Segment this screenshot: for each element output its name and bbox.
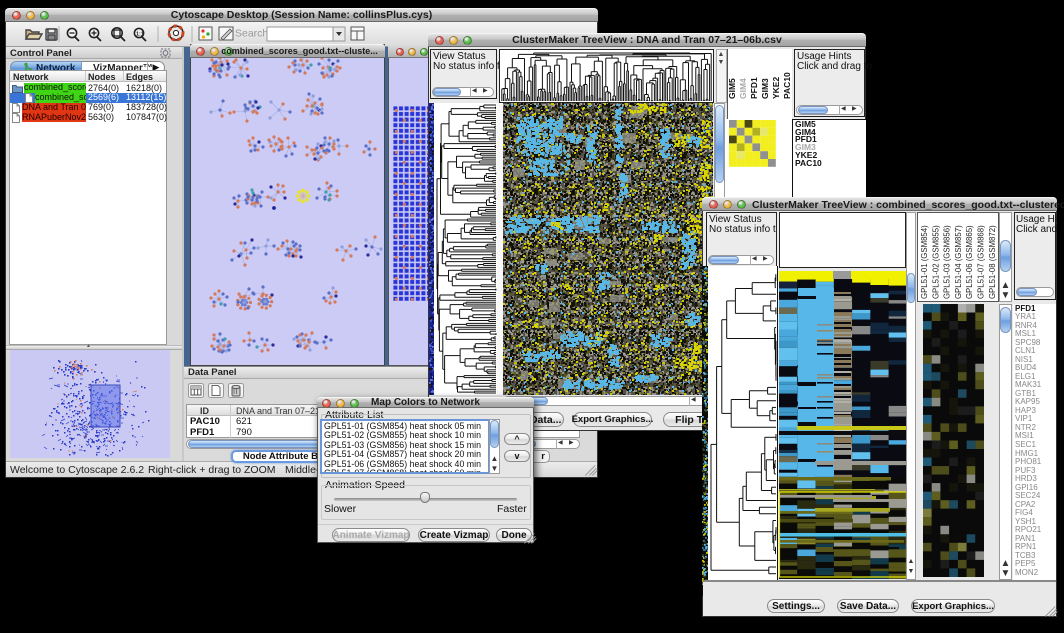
svg-text:GIM5: GIM5 <box>727 78 737 99</box>
svg-text:GPL51-08 (GSM872): GPL51-08 (GSM872) <box>988 225 997 299</box>
svg-text:1:1: 1:1 <box>136 32 144 38</box>
svg-text:GIM4: GIM4 <box>738 78 748 99</box>
svg-text:GPL51-06 (GSM865): GPL51-06 (GSM865) <box>965 225 974 299</box>
svg-text:GIM3: GIM3 <box>760 78 770 99</box>
svg-text:PAC10: PAC10 <box>782 72 792 99</box>
svg-text:GPL51-07 (GSM868): GPL51-07 (GSM868) <box>977 225 986 299</box>
svg-text:PFD1: PFD1 <box>749 77 759 99</box>
svg-text:GPL51-01 (GSM854): GPL51-01 (GSM854) <box>920 225 929 299</box>
svg-text:Search:: Search: <box>235 28 271 40</box>
svg-text:GPL51-04 (GSM857): GPL51-04 (GSM857) <box>954 225 963 299</box>
svg-text:GPL51-03 (GSM856): GPL51-03 (GSM856) <box>943 225 952 299</box>
svg-text:YKE2: YKE2 <box>771 77 781 99</box>
svg-text:GPL51-02 (GSM855): GPL51-02 (GSM855) <box>931 225 940 299</box>
